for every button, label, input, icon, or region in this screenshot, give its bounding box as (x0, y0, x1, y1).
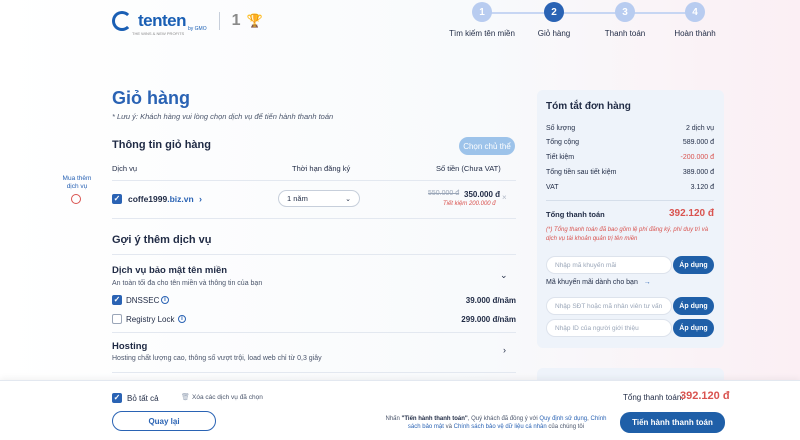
dnssec-checkbox[interactable]: ✓ (112, 295, 122, 305)
item-saving: Tiết kiệm 200.000 đ (443, 201, 496, 207)
terms-prefix: Nhấn (385, 416, 400, 422)
summary-divider (546, 200, 714, 201)
logo-text: tenten (138, 11, 187, 30)
pointer-icon[interactable] (71, 194, 81, 204)
suggest-title: Gợi ý thêm dịch vụ (112, 234, 212, 246)
registry-lock-price: 299.000 đ/năm (461, 315, 516, 324)
step-3-circle: 3 (615, 2, 635, 22)
terms-suffix: của chúng tôi (548, 424, 585, 430)
footer-total-value: 392.120 đ (680, 390, 730, 402)
summary-row-value: 2 dịch vụ (685, 125, 714, 132)
chevron-right-icon[interactable]: › (199, 194, 202, 204)
promo-for-you-link[interactable]: Mã khuyến mãi dành cho bạn → (546, 279, 651, 286)
step-4-label: Hoàn thành (674, 29, 716, 38)
logo-divider (218, 12, 220, 30)
header-divider (112, 180, 516, 181)
security-service-desc: An toàn tối đa cho tên miền và thông tin… (112, 280, 263, 287)
trash-icon[interactable]: 🗑 (181, 393, 190, 401)
new-price: 350.000 đ (464, 190, 501, 199)
promo-code-input[interactable]: Nhập mã khuyến mãi (546, 256, 672, 274)
terms-of-use-link[interactable]: Quy định sử dụng (539, 416, 587, 422)
domain-name-base: coffe1999 (128, 194, 168, 204)
info-icon[interactable]: i (161, 296, 169, 304)
apply-promo-button[interactable]: Áp dụng (673, 256, 714, 274)
col-period: Thời hạn đăng ký (292, 164, 351, 173)
period-select[interactable]: 1 năm ⌄ (278, 190, 360, 207)
back-button[interactable]: Quay lại (112, 411, 216, 431)
summary-row-label: Tiết kiệm (546, 154, 575, 161)
domain-name: coffe1999.biz.vn › (128, 194, 202, 204)
hosting-service-title[interactable]: Hosting (112, 341, 147, 352)
dnssec-label: DNSSEC (126, 296, 160, 305)
logo-mark-icon (112, 11, 132, 31)
summary-row-label: Tổng cộng (546, 139, 580, 146)
summary-total-value: 392.120 đ (668, 208, 714, 219)
step-2-label: Giỏ hàng (537, 29, 571, 38)
summary-row-value: 3.120 đ (690, 184, 714, 191)
registry-lock-checkbox[interactable] (112, 314, 122, 324)
buy-more-hint[interactable]: Mua thêm dịch vụ (60, 175, 94, 191)
arrow-right-icon: → (643, 279, 651, 286)
security-service-title[interactable]: Dịch vụ bảo mật tên miền (112, 265, 227, 276)
col-service: Dịch vụ (112, 164, 138, 173)
data-protection-link[interactable]: Chính sách bảo vệ dữ liệu cá nhân (454, 424, 547, 430)
info-icon[interactable]: i (178, 315, 186, 323)
brand-logo[interactable]: tenten by GMO THE WINS & NEW PROFITS 1 🏆 (112, 10, 263, 36)
summary-row-label: VAT (546, 184, 559, 191)
choose-owner-button[interactable]: Chọn chủ thể (459, 137, 515, 155)
period-value: 1 năm (287, 194, 308, 203)
hosting-service-desc: Hosting chất lượng cao, thông số vượt tr… (112, 355, 322, 362)
apply-referrer-button[interactable]: Áp dụng (673, 319, 714, 337)
terms-action: "Tiến hành thanh toán" (401, 416, 468, 422)
footer-total-label: Tổng thanh toán: (623, 393, 684, 402)
terms-mid: , Quý khách đã đồng ý với (467, 416, 538, 422)
step-3-label: Thanh toán (604, 29, 646, 38)
select-all-label[interactable]: Bỏ tất cả (127, 394, 159, 403)
summary-total-label: Tổng thanh toán (546, 210, 605, 219)
promo-link-text: Mã khuyến mãi dành cho bạn (546, 279, 638, 286)
step-1-label: Tìm kiếm tên miền (449, 29, 515, 38)
old-price: 550.000 đ (428, 190, 460, 197)
summary-row-label: Số lượng (546, 125, 576, 132)
step-1-circle: 1 (472, 2, 492, 22)
dnssec-price: 39.000 đ/năm (465, 296, 516, 305)
terms-text: Nhấn "Tiến hành thanh toán", Quý khách đ… (385, 416, 607, 430)
staff-code-input[interactable]: Nhập SĐT hoặc mã nhân viên tư vấn (546, 297, 672, 315)
security-divider (112, 332, 516, 333)
chevron-right-icon[interactable]: › (503, 345, 506, 355)
step-2-circle: 2 (544, 2, 564, 22)
logo-by: by GMO (188, 26, 207, 32)
step-4-circle: 4 (685, 2, 705, 22)
summary-row-value: 389.000 đ (682, 169, 714, 176)
item-divider (112, 218, 516, 219)
summary-row-label: Tổng tiền sau tiết kiệm (546, 169, 617, 176)
referrer-id-input[interactable]: Nhập ID của người giới thiệu (546, 319, 672, 337)
domain-tld: .biz.vn (167, 194, 194, 204)
summary-title: Tóm tắt đơn hàng (546, 101, 631, 112)
proceed-checkout-button[interactable]: Tiến hành thanh toán (620, 412, 725, 433)
summary-row-value: 589.000 đ (682, 139, 714, 146)
logo-tagline: THE WINS & NEW PROFITS (132, 31, 185, 36)
cart-note: * Lưu ý: Khách hàng vui lòng chọn dịch v… (112, 112, 334, 121)
cart-info-title: Thông tin giỏ hàng (112, 139, 211, 151)
award-number: 1 (231, 12, 241, 29)
select-all-checkbox[interactable]: ✓ (112, 393, 122, 403)
summary-note: (*) Tổng thanh toán đã bao gồm lệ phí đă… (546, 227, 709, 242)
chevron-down-icon[interactable]: ⌄ (500, 270, 508, 281)
chevron-down-icon: ⌄ (345, 195, 351, 203)
suggest-divider (112, 254, 516, 255)
hosting-divider (112, 372, 516, 373)
page-title: Giỏ hàng (112, 88, 190, 108)
summary-row-value: -200.000 đ (680, 154, 714, 161)
registry-lock-label: Registry Lock (126, 315, 175, 324)
clear-selected-link[interactable]: Xóa các dịch vụ đã chọn (192, 394, 263, 401)
item-checkbox[interactable]: ✓ (112, 194, 122, 204)
apply-staff-button[interactable]: Áp dụng (673, 297, 714, 315)
terms-and: và (445, 424, 452, 430)
trophy-icon: 🏆 (246, 13, 263, 28)
col-amount: Số tiền (Chưa VAT) (436, 164, 501, 173)
remove-item-icon[interactable]: × (502, 193, 507, 202)
